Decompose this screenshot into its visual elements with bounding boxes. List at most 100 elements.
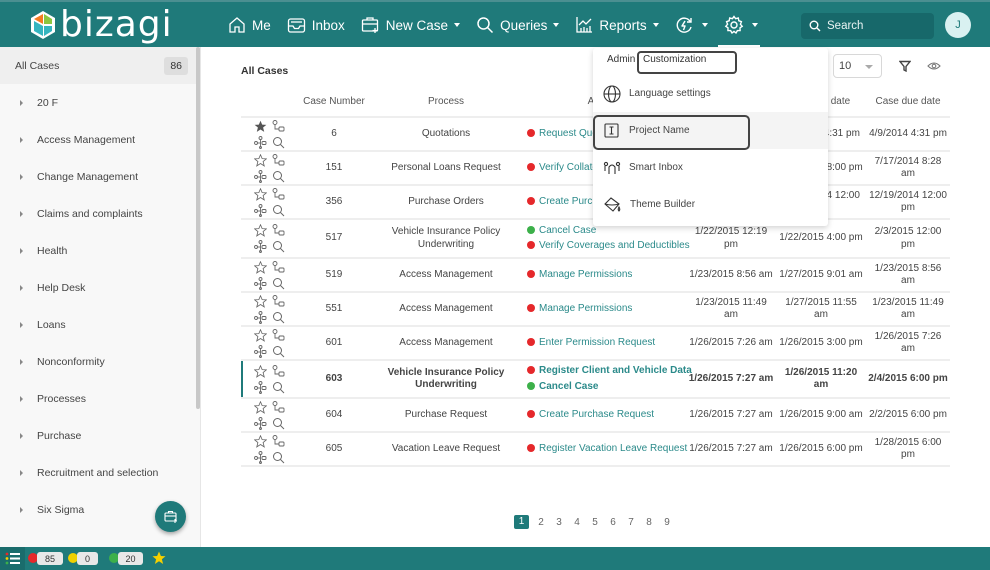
activity-link[interactable]: Manage Permissions: [527, 303, 684, 316]
sidebar-item[interactable]: Nonconformity: [0, 343, 200, 380]
menu-item-theme-builder[interactable]: Theme Builder: [593, 186, 828, 223]
expand-triangle-icon[interactable]: [20, 395, 23, 402]
sidebar-item[interactable]: Purchase: [0, 417, 200, 454]
sidebar-scrollbar[interactable]: [196, 47, 200, 409]
sidebar-item[interactable]: Loans: [0, 306, 200, 343]
activity-link[interactable]: Verify Coverages and Deductibles: [527, 240, 690, 253]
sidebar-item-all-cases[interactable]: All Cases 86: [0, 47, 200, 84]
expand-triangle-icon[interactable]: [20, 321, 23, 328]
header-process[interactable]: Process: [371, 88, 521, 118]
nav-me[interactable]: Me: [228, 2, 271, 48]
page-link[interactable]: 6: [604, 517, 622, 528]
user-avatar[interactable]: J: [945, 12, 971, 38]
view-case-search-icon[interactable]: [272, 417, 285, 430]
view-case-search-icon[interactable]: [272, 136, 285, 149]
activity-name[interactable]: Manage Permissions: [539, 269, 632, 282]
page-link[interactable]: 2: [532, 517, 550, 528]
sidebar-item[interactable]: 20 F: [0, 84, 200, 121]
eye-icon[interactable]: [927, 61, 941, 71]
process-map-icon[interactable]: [272, 224, 285, 237]
subprocess-icon[interactable]: [253, 169, 267, 183]
view-case-search-icon[interactable]: [272, 170, 285, 183]
at-risk-count[interactable]: 0: [77, 552, 98, 565]
sidebar-item[interactable]: Access Management: [0, 121, 200, 158]
favorite-star-icon[interactable]: [253, 328, 267, 342]
new-case-fab-button[interactable]: [155, 501, 186, 532]
table-row[interactable]: 603 Vehicle Insurance Policy Underwriting…: [241, 360, 950, 399]
case-number-link[interactable]: 6: [297, 117, 371, 152]
expand-triangle-icon[interactable]: [20, 247, 23, 254]
favorite-star-icon[interactable]: [253, 153, 267, 167]
favorite-star-icon[interactable]: [254, 120, 267, 133]
sidebar-item[interactable]: Help Desk: [0, 269, 200, 306]
process-map-icon[interactable]: [272, 153, 285, 167]
activity-link[interactable]: Cancel Case: [527, 225, 684, 238]
menu-item-smart-inbox[interactable]: Smart Inbox: [593, 149, 828, 186]
page-link[interactable]: 5: [586, 517, 604, 528]
case-number-link[interactable]: 605: [297, 432, 371, 467]
expand-triangle-icon[interactable]: [20, 506, 23, 513]
page-link[interactable]: 4: [568, 517, 586, 528]
expand-triangle-icon[interactable]: [20, 173, 23, 180]
view-case-search-icon[interactable]: [272, 204, 285, 217]
subprocess-icon[interactable]: [253, 416, 267, 430]
subprocess-icon[interactable]: [253, 135, 267, 149]
view-case-search-icon[interactable]: [272, 451, 285, 464]
nav-admin-settings[interactable]: [717, 2, 760, 49]
page-link[interactable]: 3: [550, 517, 568, 528]
results-per-page-select[interactable]: 10: [833, 54, 882, 78]
process-map-icon[interactable]: [272, 119, 285, 133]
view-case-search-icon[interactable]: [272, 311, 285, 324]
case-number-link[interactable]: 604: [297, 398, 371, 433]
activity-name[interactable]: Enter Permission Request: [539, 337, 655, 350]
process-map-icon[interactable]: [272, 328, 285, 342]
on-time-count[interactable]: 20: [118, 552, 143, 565]
favorite-star-icon[interactable]: [253, 294, 267, 308]
view-case-search-icon[interactable]: [272, 277, 285, 290]
favorites-star-icon[interactable]: [152, 551, 166, 565]
table-row[interactable]: 601 Access Management Enter Permission Req…: [241, 326, 950, 361]
case-number-link[interactable]: 517: [297, 219, 371, 259]
process-map-icon[interactable]: [272, 434, 285, 448]
case-number-link[interactable]: 551: [297, 292, 371, 327]
page-link[interactable]: 8: [640, 517, 658, 528]
sidebar-item[interactable]: Claims and complaints: [0, 195, 200, 232]
activity-name[interactable]: Manage Permissions: [539, 303, 632, 316]
activity-name[interactable]: Create Purchase Request: [539, 409, 654, 422]
nav-queries[interactable]: Queries: [476, 2, 560, 48]
favorite-star-icon[interactable]: [253, 187, 267, 201]
activity-link[interactable]: Manage Permissions: [527, 269, 684, 282]
expand-triangle-icon[interactable]: [20, 432, 23, 439]
nav-reports[interactable]: Reports: [575, 2, 659, 48]
expand-triangle-icon[interactable]: [20, 469, 23, 476]
activity-name[interactable]: Register Client and Vehicle Data: [539, 365, 692, 378]
favorite-star-icon[interactable]: [253, 260, 267, 274]
view-case-search-icon[interactable]: [272, 345, 285, 358]
header-due-date[interactable]: Case due date: [866, 88, 950, 118]
table-row[interactable]: 604 Purchase Request Create Purchase Reque…: [241, 398, 950, 433]
view-case-search-icon[interactable]: [272, 240, 285, 253]
activity-link[interactable]: Enter Permission Request: [527, 337, 684, 350]
expand-triangle-icon[interactable]: [20, 136, 23, 143]
activity-name[interactable]: Verify Coverages and Deductibles: [539, 240, 690, 253]
favorite-star-icon[interactable]: [253, 224, 267, 237]
activity-name[interactable]: Cancel Case: [539, 381, 598, 394]
subprocess-icon[interactable]: [253, 240, 267, 253]
favorite-star-icon[interactable]: [253, 434, 267, 448]
subprocess-icon[interactable]: [253, 276, 267, 290]
nav-new-case[interactable]: New Case: [361, 2, 461, 48]
subprocess-icon[interactable]: [253, 310, 267, 324]
nav-automation[interactable]: [675, 2, 708, 48]
table-row[interactable]: 605 Vacation Leave Request Register Vacati…: [241, 432, 950, 467]
activity-link[interactable]: Cancel Case: [527, 381, 684, 394]
process-map-icon[interactable]: [272, 187, 285, 201]
overdue-count[interactable]: 85: [37, 552, 63, 565]
page-link[interactable]: 9: [658, 517, 676, 528]
case-number-link[interactable]: 519: [297, 258, 371, 293]
process-map-icon[interactable]: [272, 260, 285, 274]
case-number-link[interactable]: 356: [297, 185, 371, 220]
expand-triangle-icon[interactable]: [20, 210, 23, 217]
table-row[interactable]: 519 Access Management Manage Permissions 1/…: [241, 258, 950, 293]
activity-name[interactable]: Register Vacation Leave Request: [539, 443, 687, 456]
expand-triangle-icon[interactable]: [20, 358, 23, 365]
